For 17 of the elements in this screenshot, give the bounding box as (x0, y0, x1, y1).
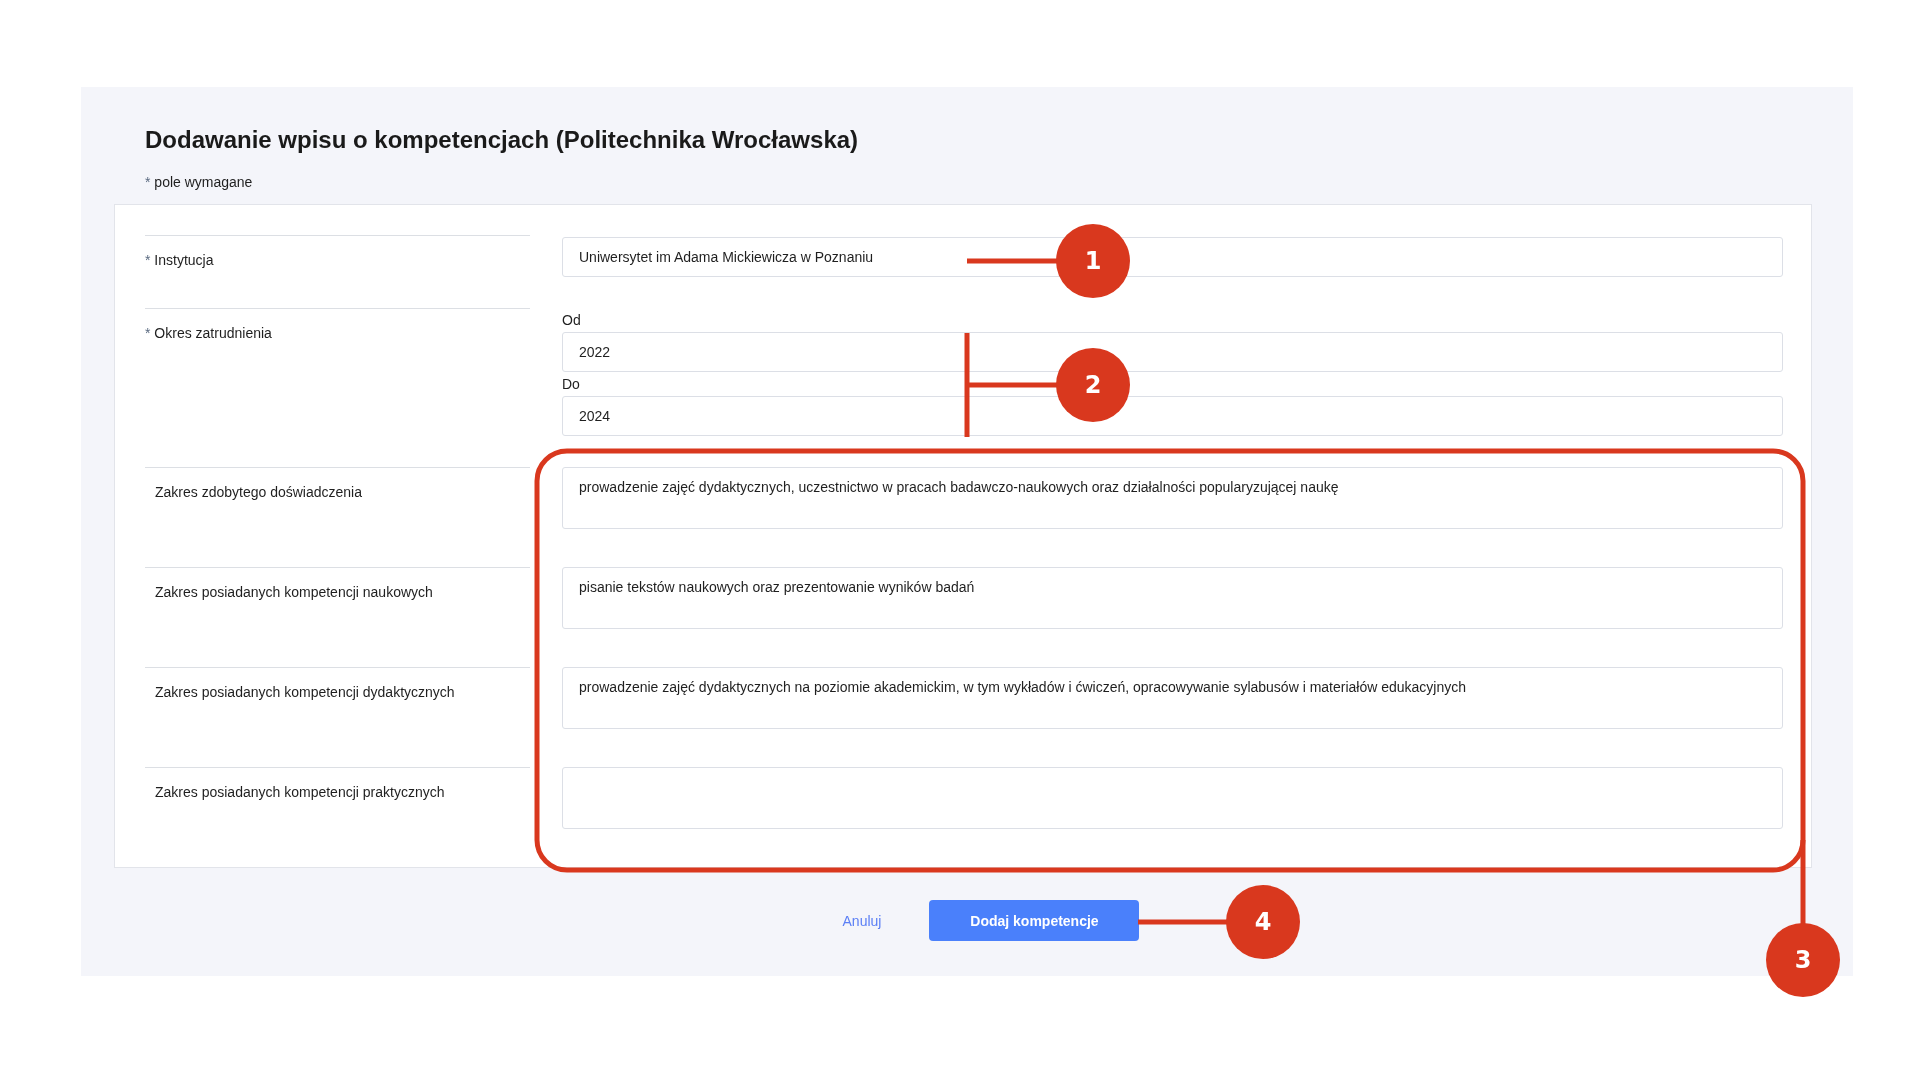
field-label: Do (562, 375, 580, 393)
page-title: Dodawanie wpisu o kompetencjach (Politechnika Wrocławska) (145, 125, 860, 155)
text-area[interactable]: prowadzenie zajęć dydaktycznych, uczestnictwo w pracach badawczo-naukowych oraz działalności popularyzującej naukę (562, 467, 1783, 529)
field-label: Zakres posiadanych kompetencji naukowych (154, 583, 434, 601)
field-label: * Okres zatrudnienia (145, 324, 273, 342)
submit-button[interactable]: Dodaj kompetencje (929, 900, 1140, 941)
field-label: * Instytucja (145, 251, 215, 269)
text-area[interactable]: pisanie tekstów naukowych oraz prezentowanie wyników badań (562, 567, 1783, 629)
year-field[interactable]: 2024 (562, 396, 1783, 436)
field-label: Od (562, 311, 581, 329)
field-label: Zakres posiadanych kompetencji dydaktycznych (154, 683, 456, 701)
required-note: * pole wymagane (145, 173, 254, 191)
field-label: Zakres posiadanych kompetencji praktycznych (154, 783, 446, 801)
field-label: Zakres zdobytego doświadczenia (154, 483, 363, 501)
text-area[interactable]: prowadzenie zajęć dydaktycznych na poziomie akademickim, w tym wykładów i ćwiczeń, opracowywanie sylabusów i materiałów edukacyjnych (562, 667, 1783, 729)
text-area[interactable] (562, 767, 1783, 829)
year-field[interactable]: 2022 (562, 332, 1783, 372)
